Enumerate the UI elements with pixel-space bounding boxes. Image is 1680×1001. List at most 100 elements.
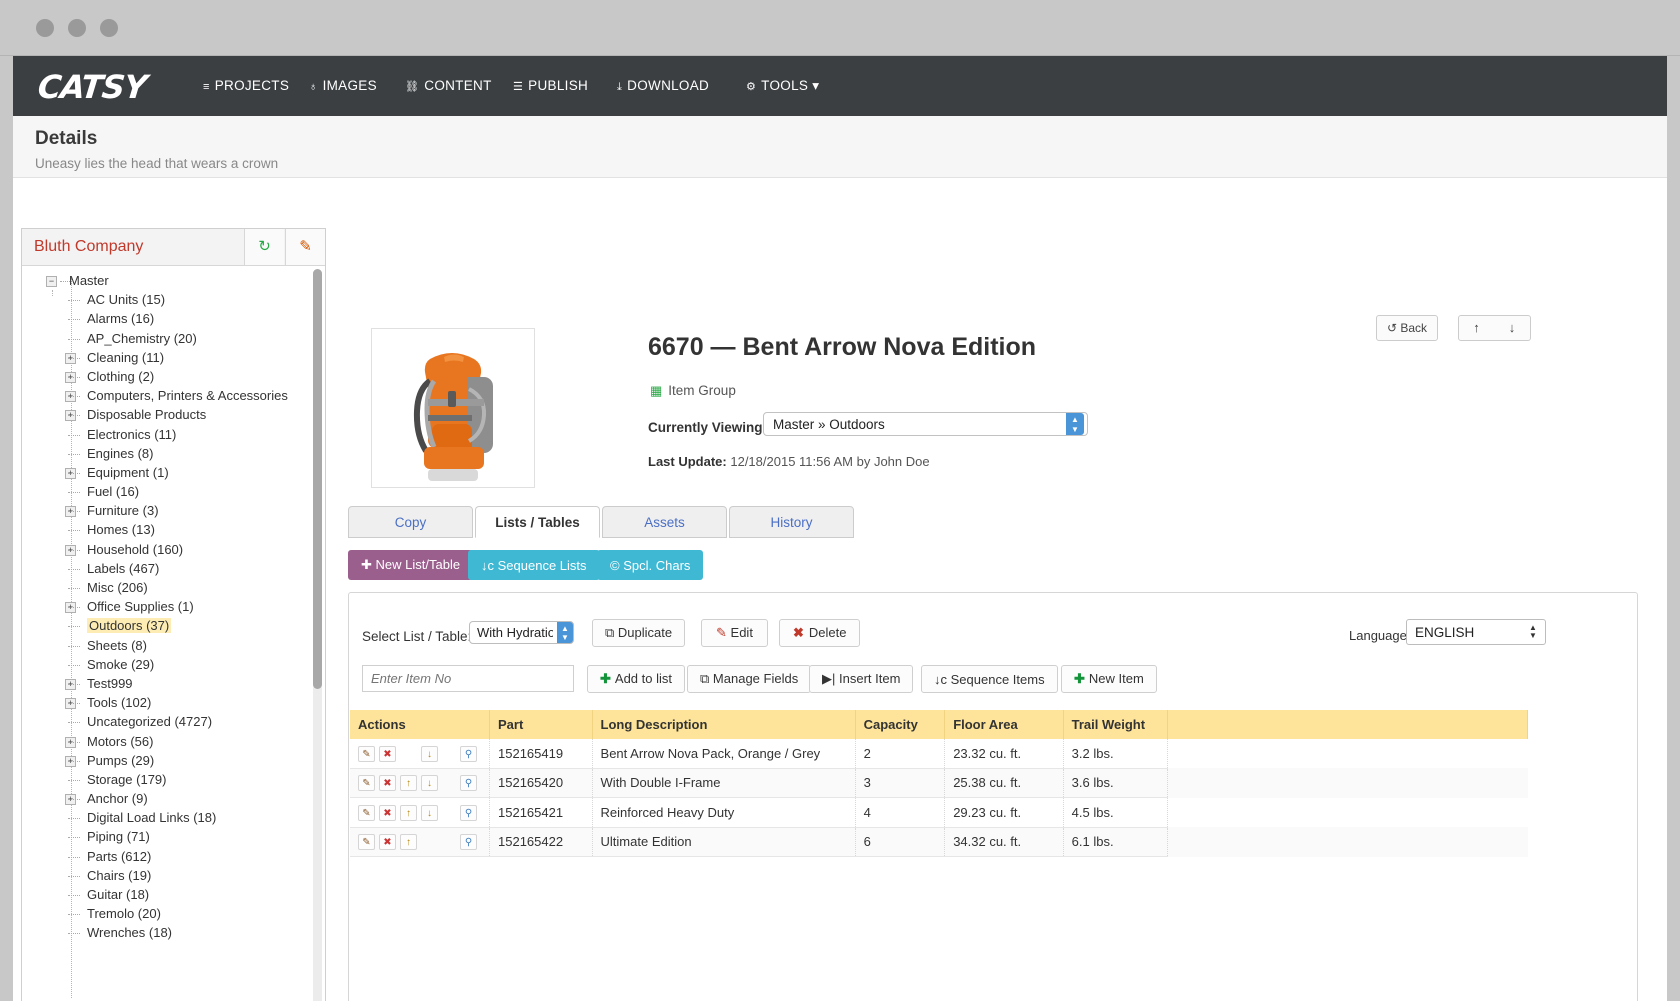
tree-node[interactable]: AP_Chemistry (20) [22, 330, 325, 349]
tree-node[interactable]: +Disposable Products [22, 406, 325, 425]
tree-node[interactable]: AC Units (15) [22, 291, 325, 310]
tree-node[interactable]: Misc (206) [22, 579, 325, 598]
new-list-table-button[interactable]: ✚ New List/Table [348, 550, 473, 580]
magnifier-icon[interactable]: ⚲ [460, 805, 477, 821]
x-icon[interactable]: ✖ [379, 746, 396, 762]
tree-node[interactable]: +Test999 [22, 675, 325, 694]
language-label: Language [1349, 628, 1407, 643]
tree-node[interactable]: Chairs (19) [22, 867, 325, 886]
tree-node[interactable]: Piping (71) [22, 828, 325, 847]
pencil-icon[interactable]: ✎ [358, 746, 375, 762]
magnifier-icon[interactable]: ⚲ [460, 775, 477, 791]
tree-node[interactable]: Parts (612) [22, 848, 325, 867]
tree-node[interactable]: Smoke (29) [22, 656, 325, 675]
tree-node[interactable]: Wrenches (18) [22, 924, 325, 943]
tree-node[interactable]: Tremolo (20) [22, 905, 325, 924]
back-button[interactable]: ↺ Back [1376, 315, 1438, 341]
tree-expander-icon[interactable]: − [46, 276, 57, 287]
edit-button[interactable]: ✎ Edit [701, 619, 768, 647]
down-icon[interactable]: ↓ [421, 775, 438, 791]
sidebar-scrollbar[interactable] [313, 269, 322, 1001]
special-chars-button[interactable]: © Spcl. Chars [597, 550, 703, 580]
tree-node[interactable]: +Motors (56) [22, 733, 325, 752]
tree-node[interactable]: +Pumps (29) [22, 752, 325, 771]
tree-node[interactable]: +Household (160) [22, 541, 325, 560]
tree-node[interactable]: +Computers, Printers & Accessories [22, 387, 325, 406]
tree-node[interactable]: Alarms (16) [22, 310, 325, 329]
window-minimize-dot[interactable] [68, 19, 86, 37]
table-row[interactable]: ✎✖↑↓⚲152165421Reinforced Heavy Duty429.2… [350, 798, 1528, 828]
pencil-icon[interactable]: ✎ [358, 834, 375, 850]
currently-viewing-select[interactable]: Master » OutdoorsMaster [763, 412, 1088, 436]
tree-node[interactable]: Engines (8) [22, 445, 325, 464]
language-select[interactable]: ENGLISHSPANISHFRENCH [1406, 619, 1546, 645]
refresh-icon[interactable]: ↻ [244, 229, 284, 265]
app-logo[interactable]: CATSY [36, 68, 148, 106]
tree-node[interactable]: Outdoors (37) [22, 617, 325, 636]
tree-node[interactable]: Labels (467) [22, 560, 325, 579]
tree-node[interactable]: Sheets (8) [22, 637, 325, 656]
window-maximize-dot[interactable] [100, 19, 118, 37]
down-icon[interactable]: ↓ [421, 805, 438, 821]
x-icon[interactable]: ✖ [379, 834, 396, 850]
tree-guide-dash [68, 684, 80, 685]
sequence-lists-button[interactable]: ↓ᴄ Sequence Lists [468, 550, 600, 580]
next-item-button[interactable]: ↓ [1494, 315, 1531, 341]
magnifier-icon[interactable]: ⚲ [460, 746, 477, 762]
window-close-dot[interactable] [36, 19, 54, 37]
pencil-icon[interactable]: ✎ [285, 229, 325, 265]
nav-item-publish[interactable]: ☰PUBLISH [513, 78, 588, 93]
pencil-icon[interactable]: ✎ [358, 775, 375, 791]
tree-node[interactable]: +Equipment (1) [22, 464, 325, 483]
new-item-button[interactable]: ✚New Item [1061, 665, 1157, 693]
delete-button[interactable]: ✖Delete [779, 619, 860, 647]
up-icon[interactable]: ↑ [400, 805, 417, 821]
tree-node[interactable]: −Master [22, 272, 325, 291]
insert-item-button[interactable]: ▶| Insert Item [809, 665, 913, 693]
tab-copy[interactable]: Copy [348, 506, 473, 538]
tab-assets[interactable]: Assets [602, 506, 727, 538]
tree-node[interactable]: Digital Load Links (18) [22, 809, 325, 828]
tree-node[interactable]: Electronics (11) [22, 426, 325, 445]
tree-node[interactable]: Storage (179) [22, 771, 325, 790]
up-icon[interactable]: ↑ [400, 834, 417, 850]
nav-item-content[interactable]: ⛓CONTENT [405, 78, 492, 93]
previous-item-button[interactable]: ↑ [1458, 315, 1495, 341]
duplicate-button[interactable]: ⧉ Duplicate [592, 619, 685, 647]
tree-node[interactable]: +Furniture (3) [22, 502, 325, 521]
tree-node[interactable]: Uncategorized (4727) [22, 713, 325, 732]
tab-lists-tables[interactable]: Lists / Tables [475, 506, 600, 538]
tree-node[interactable]: Fuel (16) [22, 483, 325, 502]
tab-history[interactable]: History [729, 506, 854, 538]
table-header-part: Part [490, 710, 593, 739]
nav-item-label: IMAGES [323, 78, 377, 93]
sidebar-scrollbar-thumb[interactable] [313, 269, 322, 689]
tree-node[interactable]: +Office Supplies (1) [22, 598, 325, 617]
company-name: Bluth Company [34, 238, 143, 256]
nav-item-download[interactable]: ⤓DOWNLOAD [617, 78, 709, 94]
up-icon[interactable]: ↑ [400, 775, 417, 791]
sequence-items-button[interactable]: ↓ᴄ Sequence Items [921, 665, 1058, 693]
item-number-input[interactable] [362, 665, 574, 692]
pencil-icon[interactable]: ✎ [358, 805, 375, 821]
down-icon[interactable]: ↓ [421, 746, 438, 762]
tree-node[interactable]: +Tools (102) [22, 694, 325, 713]
magnifier-icon[interactable]: ⚲ [460, 834, 477, 850]
table-row[interactable]: ✎✖↑⚲152165422Ultimate Edition634.32 cu. … [350, 827, 1528, 857]
add-to-list-button[interactable]: ✚Add to list [587, 665, 685, 693]
tree-node[interactable]: +Clothing (2) [22, 368, 325, 387]
manage-fields-button[interactable]: ⧉ Manage Fields [687, 665, 811, 693]
list-table-select[interactable]: With HydrationStandardLightweight [469, 621, 574, 644]
table-row[interactable]: ✎✖↓⚲152165419Bent Arrow Nova Pack, Orang… [350, 739, 1528, 768]
x-icon[interactable]: ✖ [379, 775, 396, 791]
nav-item-projects[interactable]: ≡PROJECTS [203, 78, 289, 93]
x-icon[interactable]: ✖ [379, 805, 396, 821]
nav-item-tools[interactable]: ⚙TOOLS ▾ [746, 78, 819, 94]
tree-node[interactable]: +Cleaning (11) [22, 349, 325, 368]
tree-guide-dash [68, 435, 80, 436]
tree-node[interactable]: Homes (13) [22, 521, 325, 540]
tree-node[interactable]: Guitar (18) [22, 886, 325, 905]
nav-item-images[interactable]: ♁IMAGES [309, 78, 377, 93]
tree-node[interactable]: +Anchor (9) [22, 790, 325, 809]
table-row[interactable]: ✎✖↑↓⚲152165420With Double I-Frame325.38 … [350, 768, 1528, 798]
